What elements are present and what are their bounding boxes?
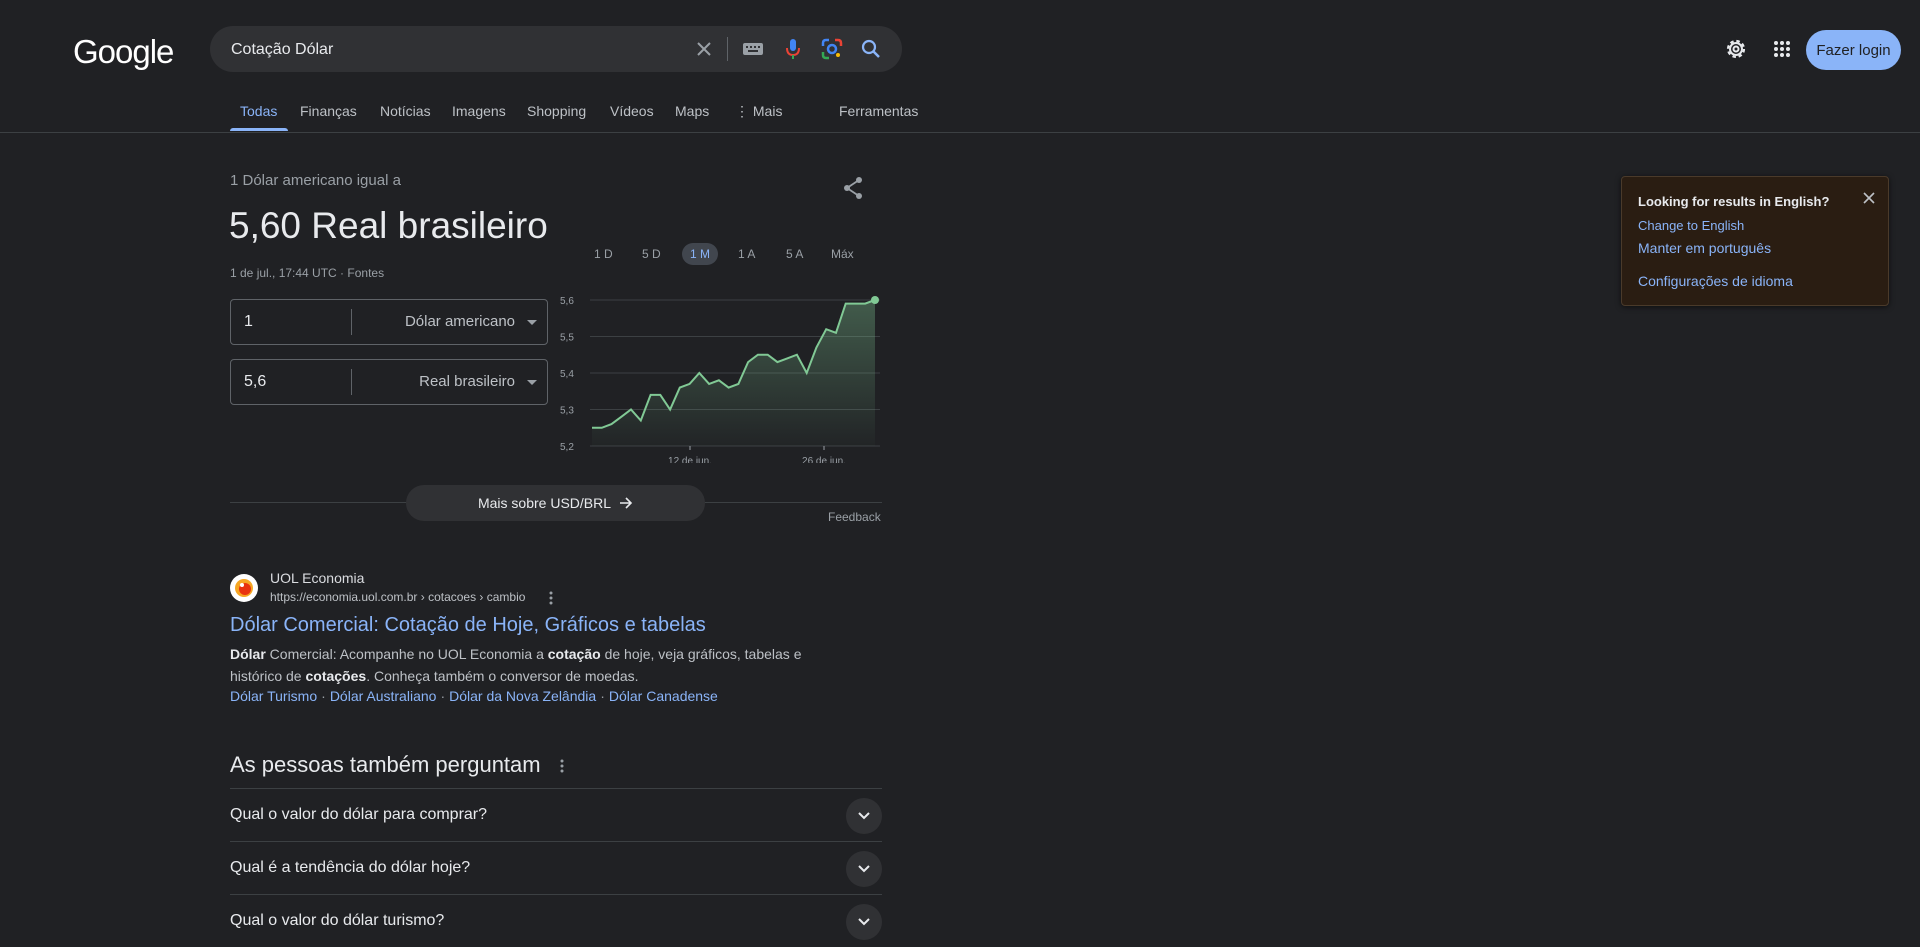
tab-noticias[interactable]: Notícias bbox=[380, 103, 431, 119]
sitelink-separator: · bbox=[440, 688, 446, 704]
result-title-link[interactable]: Dólar Comercial: Cotação de Hoje, Gráfic… bbox=[230, 614, 706, 637]
tab-videos[interactable]: Vídeos bbox=[610, 103, 654, 119]
from-amount[interactable]: 1 bbox=[244, 313, 253, 331]
tab-shopping[interactable]: Shopping bbox=[527, 103, 586, 119]
chart-y-tick-label: 5,5 bbox=[560, 333, 574, 344]
apps-grid-icon[interactable] bbox=[1770, 37, 1794, 61]
feedback-link[interactable]: Feedback bbox=[828, 510, 881, 524]
snippet-text: Comercial: Acompanhe no UOL Economia a bbox=[265, 646, 548, 662]
currency-timestamp: 1 de jul., 17:44 UTC · Fontes bbox=[230, 266, 385, 280]
keep-portuguese-link[interactable]: Manter em português bbox=[1638, 240, 1771, 256]
sitelink-dolar-australiano[interactable]: Dólar Australiano bbox=[330, 688, 437, 704]
dropdown-caret-icon[interactable] bbox=[527, 380, 537, 385]
snippet-bold: cotação bbox=[547, 646, 601, 662]
change-to-english-link[interactable]: Change to English bbox=[1638, 218, 1744, 233]
snippet-text: . Conheça também o conversor de moedas. bbox=[366, 668, 639, 684]
chevron-down-icon[interactable] bbox=[846, 904, 882, 940]
snippet-bold: Dólar bbox=[230, 646, 266, 662]
search-icon[interactable] bbox=[859, 37, 883, 61]
microphone-icon[interactable] bbox=[781, 37, 805, 61]
login-button[interactable]: Fazer login bbox=[1806, 30, 1901, 70]
active-tab-indicator bbox=[230, 128, 288, 131]
paa-question[interactable]: Qual o valor do dólar turismo? bbox=[230, 894, 882, 947]
chart-last-point bbox=[871, 296, 879, 304]
range-5a[interactable]: 5 A bbox=[778, 243, 811, 265]
paa-heading: As pessoas também perguntam bbox=[230, 752, 541, 777]
result-snippet: Dólar Comercial: Acompanhe no UOL Econom… bbox=[230, 643, 830, 687]
header-divider bbox=[0, 132, 1920, 133]
sitelink-separator: · bbox=[600, 688, 605, 704]
dropdown-caret-icon[interactable] bbox=[527, 320, 537, 325]
clear-icon[interactable] bbox=[692, 37, 716, 61]
to-currency-field[interactable]: 5,6 Real brasileiro bbox=[230, 359, 548, 405]
sitelink-dolar-nova-zelandia[interactable]: Dólar da Nova Zelândia bbox=[449, 688, 596, 704]
chevron-down-icon[interactable] bbox=[846, 851, 882, 887]
result-site-name[interactable]: UOL Economia bbox=[270, 570, 364, 586]
paa-question[interactable]: Qual é a tendência do dólar hoje? bbox=[230, 841, 882, 894]
paa-question[interactable]: Qual o valor do dólar para comprar? bbox=[230, 788, 882, 841]
search-input[interactable] bbox=[231, 38, 671, 62]
chart-x-tick-label: 26 de jun. bbox=[802, 456, 846, 463]
chart-y-tick-label: 5,2 bbox=[560, 442, 574, 453]
tab-imagens[interactable]: Imagens bbox=[452, 103, 506, 119]
tab-financas[interactable]: Finanças bbox=[300, 103, 357, 119]
to-amount[interactable]: 5,6 bbox=[244, 373, 266, 391]
more-dots-icon: ⋮ bbox=[735, 103, 753, 119]
settings-gear-icon[interactable] bbox=[1724, 37, 1748, 61]
paa-question-text: Qual o valor do dólar para comprar? bbox=[230, 806, 488, 823]
snippet-bold: cotações bbox=[305, 668, 367, 684]
arrow-right-icon bbox=[620, 497, 633, 509]
sitelink-dolar-turismo[interactable]: Dólar Turismo bbox=[230, 688, 317, 704]
google-logo[interactable]: Google bbox=[73, 33, 174, 71]
paa-options-icon[interactable] bbox=[556, 757, 568, 775]
search-divider bbox=[727, 37, 728, 61]
more-about-label: Mais sobre USD/BRL bbox=[477, 495, 612, 511]
range-1a[interactable]: 1 A bbox=[730, 243, 763, 265]
to-currency-select[interactable]: Real brasileiro bbox=[419, 373, 515, 390]
chart-y-tick-label: 5,4 bbox=[560, 369, 574, 380]
range-5d[interactable]: 5 D bbox=[634, 243, 669, 265]
result-sitelinks: Dólar Turismo · Dólar Australiano · Dólar da… bbox=[230, 688, 718, 704]
range-1m[interactable]: 1 M bbox=[682, 243, 719, 265]
tab-more[interactable]: ⋮ Mais bbox=[735, 103, 782, 120]
field-separator bbox=[351, 309, 352, 335]
share-icon[interactable] bbox=[842, 176, 866, 200]
result-url[interactable]: https://economia.uol.com.br › cotacoes ›… bbox=[270, 590, 525, 604]
uol-favicon bbox=[230, 574, 258, 602]
lens-icon[interactable] bbox=[820, 37, 844, 61]
sitelink-separator: · bbox=[321, 688, 326, 704]
result-options-icon[interactable] bbox=[545, 590, 557, 606]
tab-maps[interactable]: Maps bbox=[675, 103, 709, 119]
close-icon[interactable] bbox=[1862, 191, 1880, 209]
language-popup-title: Looking for results in English? bbox=[1638, 194, 1830, 209]
chart-y-tick-label: 5,3 bbox=[560, 406, 574, 417]
range-1d[interactable]: 1 D bbox=[586, 243, 621, 265]
from-currency-select[interactable]: Dólar americano bbox=[405, 313, 515, 330]
paa-question-text: Qual o valor do dólar turismo? bbox=[230, 912, 445, 929]
language-suggestion-popup: Looking for results in English? Change t… bbox=[1621, 176, 1889, 306]
from-currency-field[interactable]: 1 Dólar americano bbox=[230, 299, 548, 345]
tab-todas[interactable]: Todas bbox=[240, 103, 277, 119]
keyboard-icon[interactable] bbox=[741, 37, 765, 61]
language-settings-link[interactable]: Configurações de idioma bbox=[1638, 273, 1793, 289]
exchange-rate-chart[interactable]: 5,6 5,5 5,4 5,3 5,2 12 de jun. 26 de jun. bbox=[560, 288, 885, 463]
chevron-down-icon[interactable] bbox=[846, 798, 882, 834]
currency-result: 5,60 Real brasileiro bbox=[229, 205, 548, 246]
tab-tools[interactable]: Ferramentas bbox=[839, 103, 918, 119]
paa-question-text: Qual é a tendência do dólar hoje? bbox=[230, 859, 471, 876]
field-separator bbox=[351, 369, 352, 395]
chart-x-tick-label: 12 de jun. bbox=[668, 456, 712, 463]
chart-y-tick-label: 5,6 bbox=[560, 296, 574, 307]
sitelink-dolar-canadense[interactable]: Dólar Canadense bbox=[609, 688, 718, 704]
tab-more-label: Mais bbox=[752, 103, 783, 119]
currency-subtitle: 1 Dólar americano igual a bbox=[230, 172, 401, 189]
more-about-usd-brl-button[interactable]: Mais sobre USD/BRL bbox=[406, 485, 705, 521]
range-max[interactable]: Máx bbox=[823, 243, 862, 265]
search-box[interactable] bbox=[210, 26, 902, 72]
